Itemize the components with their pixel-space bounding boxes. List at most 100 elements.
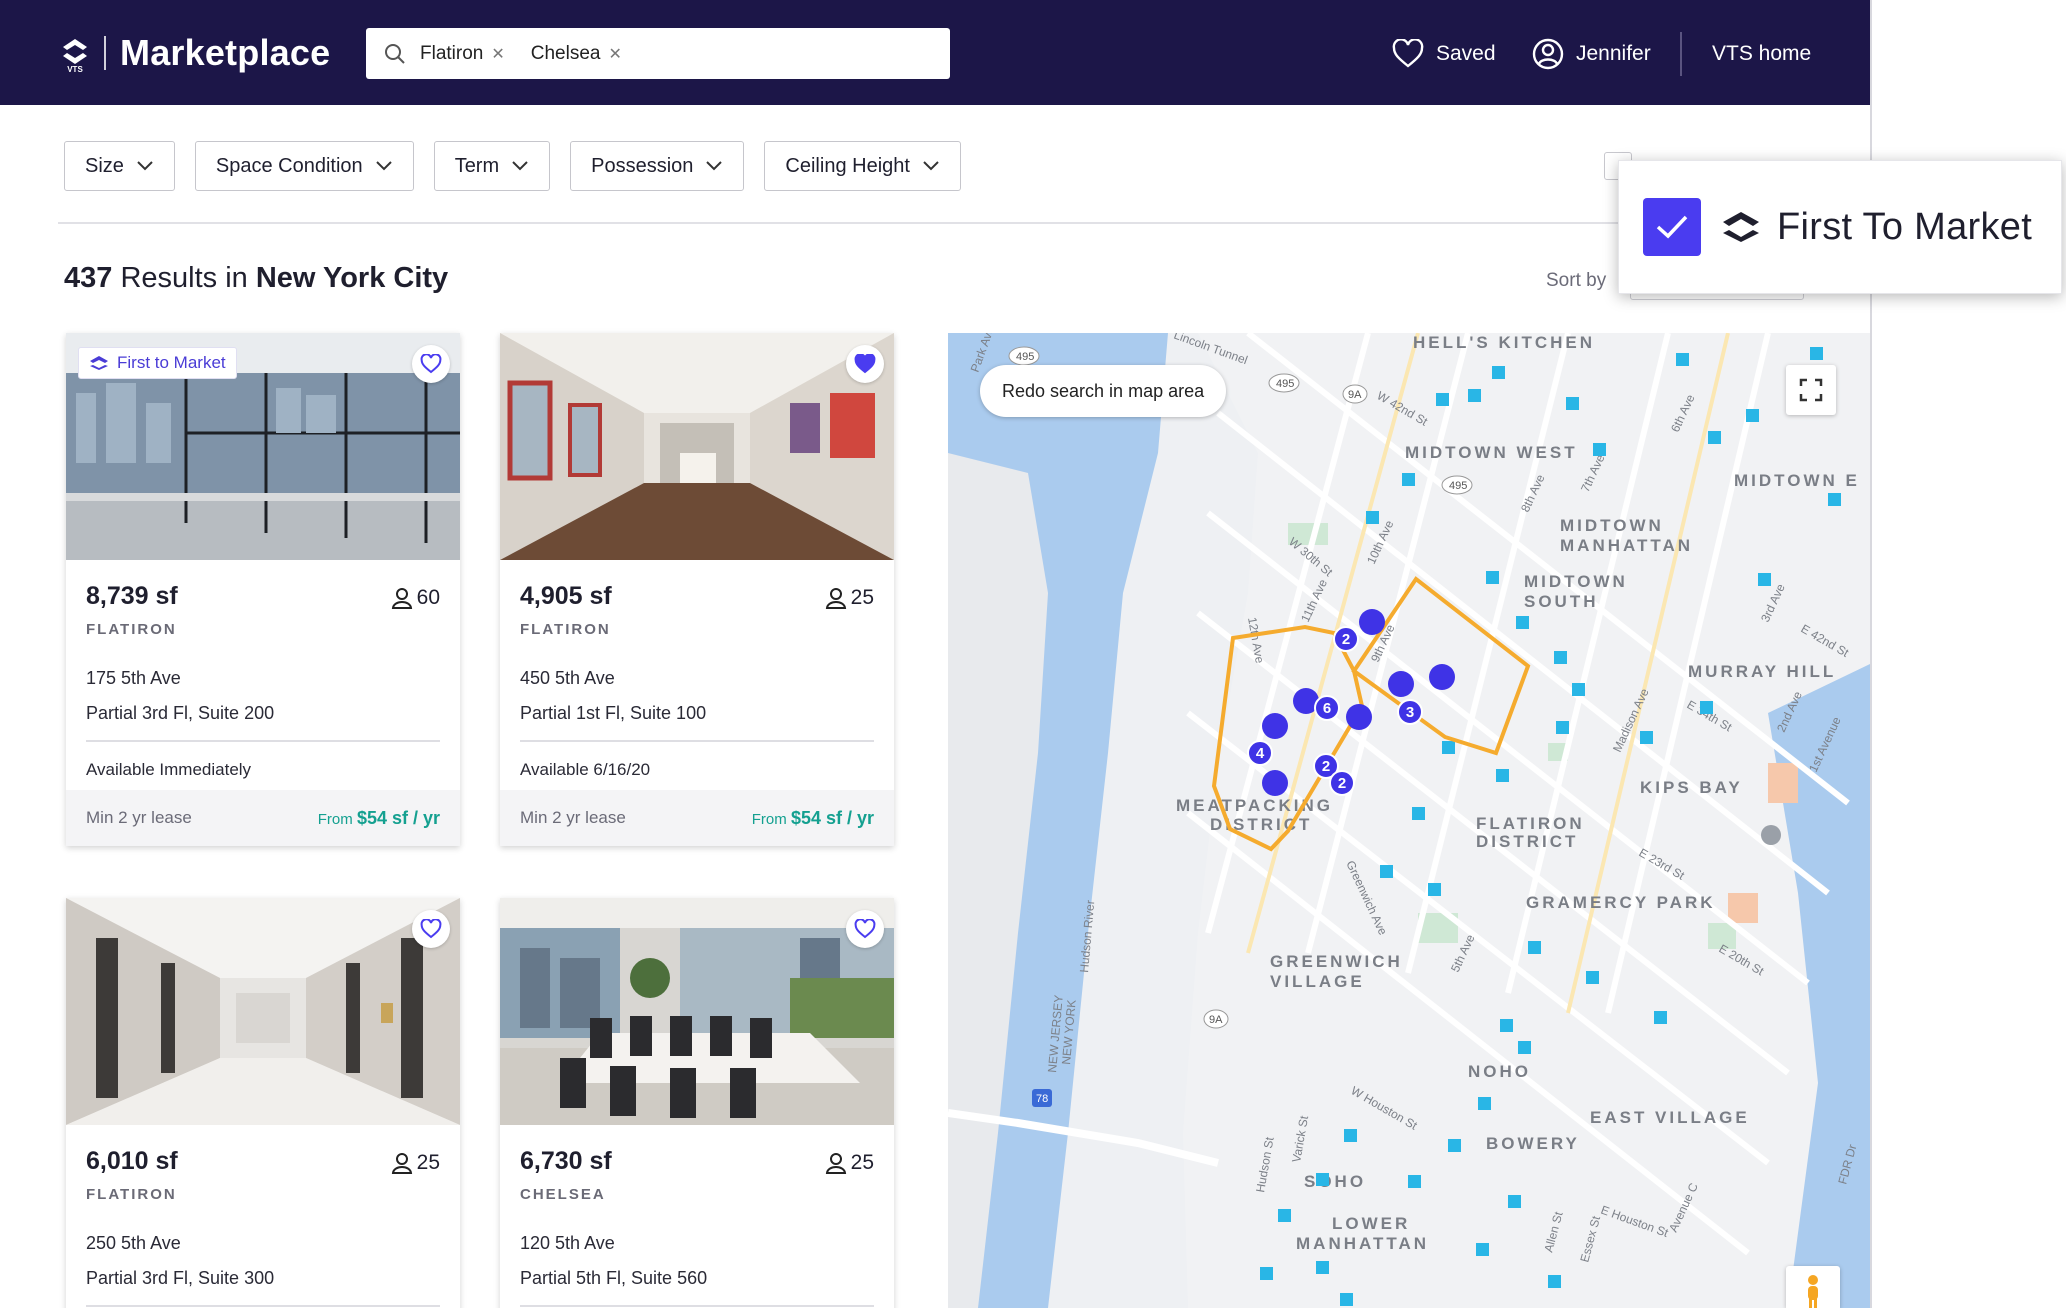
- route-shield: 9A: [1203, 1009, 1229, 1029]
- lease-term: Min 2 yr lease: [520, 808, 626, 827]
- favorite-button[interactable]: [412, 910, 450, 948]
- listing-size: 8,739 sf: [86, 582, 178, 610]
- badge-label: First to Market: [117, 353, 226, 372]
- first-to-market-filter-callout[interactable]: First To Market: [1618, 160, 2062, 294]
- heart-icon: [1392, 39, 1424, 68]
- fullscreen-icon: [1799, 378, 1823, 402]
- occupancy-count: 60: [416, 586, 440, 609]
- remove-chip-icon[interactable]: ✕: [608, 44, 621, 64]
- listing-photo[interactable]: First to Market: [66, 333, 460, 560]
- heart-outline-icon: [854, 919, 876, 939]
- listing-neighborhood: FLATIRON: [520, 621, 611, 638]
- chevron-down-icon: [706, 161, 723, 171]
- listing-suite: Partial 5th Fl, Suite 560: [520, 1268, 708, 1288]
- occupancy-count: 25: [416, 1151, 440, 1174]
- occupancy: 25: [825, 1151, 874, 1175]
- route-shield-number: 495: [1016, 351, 1034, 363]
- filter-label: Possession: [591, 154, 694, 177]
- search-chip-chelsea[interactable]: Chelsea ✕: [531, 43, 622, 65]
- logo-text: VTS: [67, 65, 83, 73]
- map-label-midtown-manhattan: MIDTOWN: [1560, 516, 1664, 535]
- map-label-midtown-south: SOUTH: [1524, 592, 1599, 611]
- map-label-greenwich: GREENWICH: [1270, 952, 1403, 971]
- occupancy: 25: [825, 586, 874, 610]
- route-shield-number: 9A: [1348, 389, 1362, 401]
- favorite-button[interactable]: [412, 345, 450, 383]
- first-to-market-label: First To Market: [1777, 205, 2033, 248]
- listing-details: 6,730 sf 25 CHELSEA 120 5th Ave Partial …: [500, 1125, 894, 1307]
- map-label-flatiron: FLATIRON: [1476, 814, 1585, 833]
- heart-outline-icon: [420, 354, 442, 374]
- chevron-down-icon: [137, 161, 153, 171]
- favorite-button[interactable]: [846, 910, 884, 948]
- listing-photo[interactable]: [500, 333, 894, 560]
- search-icon: [385, 43, 405, 64]
- listing-card[interactable]: First to Market 8,739 sf 60 FLATIRON 175…: [66, 333, 460, 846]
- checkmark-icon: [1656, 215, 1688, 239]
- filter-ceiling-height-dropdown[interactable]: Ceiling Height: [764, 141, 961, 191]
- person-icon: [825, 1153, 846, 1174]
- listing-neighborhood: FLATIRON: [86, 621, 177, 638]
- sort-by-label: Sort by: [1546, 270, 1607, 291]
- cluster-count: 3: [1406, 704, 1414, 721]
- favorite-button[interactable]: [846, 345, 884, 383]
- street-view-pegman[interactable]: [1786, 1266, 1840, 1308]
- chip-label: Chelsea: [530, 42, 601, 64]
- listing-availability: Available Immediately: [86, 759, 252, 779]
- map-view[interactable]: HELL'S KITCHEN MIDTOWN WEST MIDTOWN MANH…: [948, 333, 1870, 1308]
- listing-size: 4,905 sf: [520, 582, 612, 610]
- price-prefix: From: [317, 810, 357, 828]
- listing-card[interactable]: 6,010 sf 25 FLATIRON 250 5th Ave Partial…: [66, 898, 460, 1308]
- vts-home-link[interactable]: VTS home: [1712, 36, 1811, 72]
- listing-neighborhood: FLATIRON: [86, 1186, 177, 1203]
- route-shield: 495: [1441, 475, 1473, 495]
- map-label-hells-kitchen: HELL'S KITCHEN: [1413, 333, 1595, 352]
- filter-possession-dropdown[interactable]: Possession: [570, 141, 745, 191]
- card-divider: [86, 740, 440, 742]
- card-divider: [86, 1305, 440, 1307]
- search-chip-flatiron[interactable]: Flatiron ✕: [420, 43, 505, 65]
- filter-space-condition-dropdown[interactable]: Space Condition: [194, 141, 414, 191]
- listing-neighborhood: CHELSEA: [520, 1186, 606, 1203]
- cluster-count: 4: [1256, 745, 1265, 762]
- route-shield: 495: [1268, 373, 1300, 393]
- remove-chip-icon[interactable]: ✕: [491, 44, 504, 64]
- brand-logo[interactable]: VTS Marketplace: [60, 28, 330, 78]
- filter-label: Term: [454, 154, 500, 177]
- map-label-meatpacking: MEATPACKING: [1176, 796, 1333, 815]
- fullscreen-button[interactable]: [1786, 365, 1836, 415]
- listing-photo[interactable]: [66, 898, 460, 1125]
- map-label-midtown-south: MIDTOWN: [1524, 572, 1628, 591]
- occupancy-count: 25: [850, 1151, 874, 1174]
- map-label-midtown-west: MIDTOWN WEST: [1405, 443, 1578, 462]
- filter-size-dropdown[interactable]: Size: [64, 141, 175, 191]
- vts-logo-icon: VTS: [60, 33, 90, 74]
- listing-price: From $54 sf / yr: [752, 808, 874, 829]
- filter-label: Space Condition: [215, 154, 363, 177]
- person-icon: [391, 1153, 412, 1174]
- saved-label: Saved: [1436, 42, 1496, 65]
- results-city: New York City: [255, 262, 449, 294]
- redo-search-button[interactable]: Redo search in map area: [980, 365, 1227, 417]
- heart-filled-icon: [854, 354, 876, 374]
- search-bar[interactable]: Flatiron ✕ Chelsea ✕: [366, 28, 950, 79]
- header-divider: [1680, 32, 1682, 76]
- cluster-count: 2: [1322, 758, 1330, 775]
- listing-suite: Partial 3rd Fl, Suite 200: [86, 703, 275, 723]
- first-to-market-checkbox[interactable]: [1643, 198, 1701, 256]
- cluster-count: 6: [1323, 700, 1331, 717]
- lease-term: Min 2 yr lease: [86, 808, 192, 827]
- map-label-lower-manhattan: LOWER: [1332, 1214, 1410, 1233]
- saved-link[interactable]: Saved: [1392, 36, 1496, 72]
- card-divider: [520, 740, 874, 742]
- listing-photo[interactable]: [500, 898, 894, 1125]
- user-menu[interactable]: Jennifer: [1532, 36, 1651, 72]
- listing-card[interactable]: 6,730 sf 25 CHELSEA 120 5th Ave Partial …: [500, 898, 894, 1308]
- listing-suite: Partial 3rd Fl, Suite 300: [86, 1268, 275, 1288]
- listing-card[interactable]: 4,905 sf 25 FLATIRON 450 5th Ave Partial…: [500, 333, 894, 846]
- filter-term-dropdown[interactable]: Term: [433, 141, 551, 191]
- route-shield: 9A: [1342, 384, 1368, 404]
- card-divider: [520, 1305, 874, 1307]
- chevron-down-icon: [375, 161, 392, 171]
- listing-price: From $54 sf / yr: [318, 808, 440, 829]
